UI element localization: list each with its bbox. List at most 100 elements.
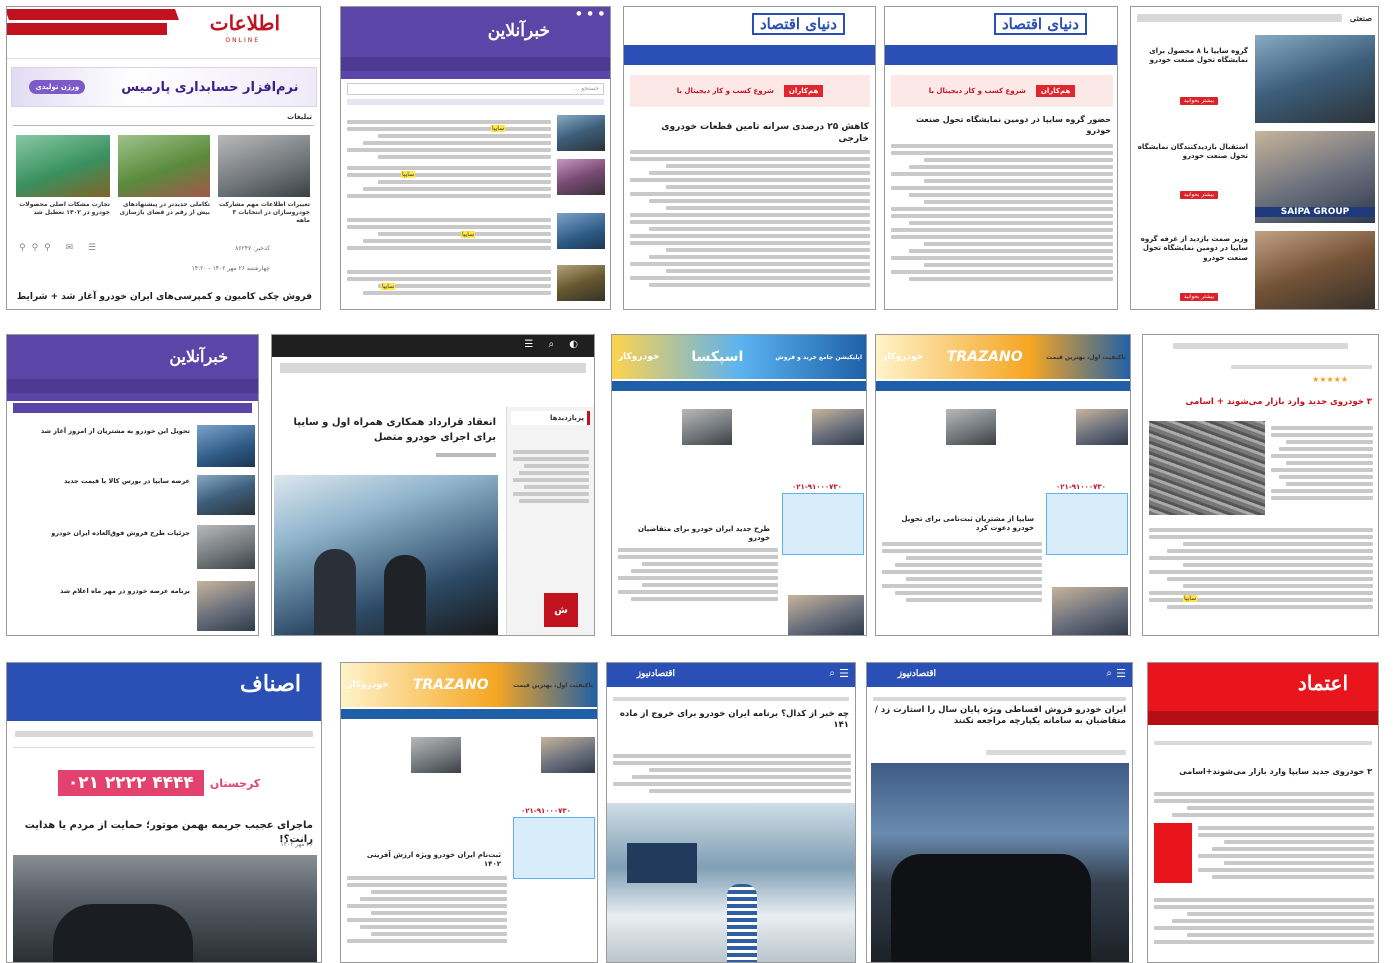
sidebar-list[interactable]	[513, 447, 589, 506]
card-caption-2[interactable]: تکاملی جدیدتر در پیشنهادهای بیش از رقم د…	[118, 201, 210, 217]
thumb-1[interactable]	[557, 115, 605, 151]
headline: حضور گروه سایپا در دومین نمایشگاه تحول ص…	[915, 115, 1111, 135]
article-photo[interactable]	[607, 803, 855, 962]
thumb-3[interactable]	[557, 213, 605, 249]
news-list-1[interactable]	[347, 117, 551, 162]
card-image-3[interactable]	[16, 135, 110, 197]
logo[interactable]: دنیای اقتصاد	[993, 13, 1087, 35]
item-1[interactable]: گروه سایپا با ۸ محصول برای نمایشگاه تحول…	[1134, 47, 1248, 66]
thumb-3[interactable]	[788, 595, 864, 635]
menu-icon[interactable]: ☰	[1116, 667, 1126, 680]
sidebar-tab[interactable]: پربازدیدها	[511, 411, 590, 425]
thumb-1[interactable]	[682, 409, 732, 445]
card-caption-3[interactable]: تجارت مشکات اصلی محصولات خودرو در ۱۴۰۲ ت…	[16, 201, 110, 217]
nav-bar[interactable]	[624, 45, 875, 65]
toolbar-icons[interactable]: ◐ ⌕ ☰	[524, 339, 584, 350]
thumb-2[interactable]	[812, 409, 864, 445]
phone-badge[interactable]: ۰۲۱-۹۱۰۰۰۷۳۰	[521, 807, 571, 815]
nav-bar[interactable]	[612, 381, 866, 391]
logo[interactable]: خبرآنلاین	[169, 347, 228, 366]
logo[interactable]: صنعتی	[1350, 13, 1372, 23]
news-list-4[interactable]	[347, 267, 551, 298]
thumb-1[interactable]	[411, 737, 461, 773]
photo-1[interactable]	[1255, 35, 1375, 123]
thumb-2[interactable]	[1076, 409, 1128, 445]
thumb-2[interactable]	[557, 159, 605, 195]
nav-bar[interactable]	[7, 379, 258, 393]
read-more-button-3[interactable]: بیشتر بخوانید	[1179, 293, 1218, 301]
site-logo[interactable]: خودروکار	[618, 352, 659, 362]
share-icons[interactable]: ⚲⚲⚲ ✉ ☰	[19, 243, 102, 253]
thumb-1[interactable]	[946, 409, 996, 445]
ad-banner[interactable]: اپلیکیشن جامع خرید و فروش اسپکسا خودروکا…	[612, 335, 866, 379]
item-1[interactable]: تحویل این خودرو به مشتریان از امروز آغاز…	[12, 427, 190, 436]
item-3[interactable]: وزیر صمت بازدید از غرفه گروه سایپا در دو…	[1134, 235, 1248, 263]
logo[interactable]: اصناف	[240, 671, 301, 697]
ad-banner[interactable]: هم‌کاران شروع کسب و کار دیجیتال با	[630, 75, 870, 107]
read-more-button-1[interactable]: بیشتر بخوانید	[1179, 97, 1218, 105]
thumb-2[interactable]	[197, 475, 255, 515]
article-body	[347, 873, 507, 946]
thumb-4[interactable]	[557, 265, 605, 301]
logo[interactable]: خبرآنلاین	[488, 21, 550, 41]
card-image-2[interactable]	[118, 135, 210, 197]
news-list-2[interactable]	[347, 163, 551, 201]
nav-bar[interactable]	[15, 731, 313, 737]
article-photo[interactable]	[274, 475, 498, 635]
article-photo[interactable]	[871, 763, 1129, 962]
site-logo[interactable]: خودروکار	[882, 352, 923, 362]
logo[interactable]: اقتصادنیوز	[637, 669, 675, 679]
card-caption-1[interactable]: تغییرات اطلاعات مهم مشارکت خودروسازان در…	[218, 201, 310, 224]
nav-bar[interactable]	[876, 381, 1130, 391]
sidebar-logo[interactable]: ش	[544, 593, 578, 627]
top-nav[interactable]	[1137, 14, 1342, 22]
ad-side[interactable]	[1046, 493, 1128, 555]
nav-bar[interactable]	[341, 57, 610, 71]
search-input[interactable]: جستجو ...	[347, 83, 604, 95]
thumb-4[interactable]	[197, 581, 255, 631]
item-2[interactable]: استقبال بازدیدکنندگان نمایشگاه تحول صنعت…	[1134, 143, 1248, 162]
ad-side[interactable]	[513, 817, 595, 879]
headline: ۳ خودروی جدید سایپا وارد بازار می‌شوند+ا…	[1179, 767, 1372, 776]
logo[interactable]: اطلاعات	[210, 11, 280, 35]
nav-bar[interactable]	[341, 709, 597, 719]
nav-bar[interactable]	[885, 45, 1117, 65]
nav-bar[interactable]	[280, 363, 586, 373]
item-2[interactable]: عرضه سایپا در بورس کالا با قیمت جدید	[12, 477, 190, 486]
search-icon[interactable]: ⌕	[829, 668, 835, 679]
search-icon[interactable]: ⌕	[1106, 668, 1112, 679]
article-photo[interactable]	[13, 855, 317, 962]
thumb-2[interactable]	[541, 737, 595, 773]
ad-text: ۰۲۱ ۲۲۲۲ ۴۴۴۴	[57, 770, 204, 796]
logo[interactable]: اعتماد	[1298, 671, 1348, 695]
card-image-1[interactable]	[218, 135, 310, 197]
breadcrumb[interactable]	[1154, 741, 1372, 745]
ad-banner[interactable]: باکیفیت اول، بهترین قیمت TRAZANO خودروکا…	[341, 663, 597, 707]
top-nav[interactable]	[1173, 343, 1348, 349]
read-more-button-2[interactable]: بیشتر بخوانید	[1179, 191, 1218, 199]
menu-icon[interactable]: ☰	[839, 667, 849, 680]
phone-badge[interactable]: ۰۲۱-۹۱۰۰۰۷۳۰	[792, 483, 842, 491]
ad-side[interactable]	[782, 493, 864, 555]
thumb-1[interactable]	[197, 425, 255, 467]
logo[interactable]: دنیای اقتصاد	[751, 13, 845, 35]
ad-banner[interactable]: هم‌کاران شروع کسب و کار دیجیتال با	[891, 75, 1113, 107]
ad-banner[interactable]: کرجستان ۰۲۱ ۲۲۲۲ ۴۴۴۴	[21, 763, 297, 803]
ad-banner[interactable]: نرم‌افزار حسابداری پارمیس ورژن تولیدی	[11, 67, 317, 107]
rating-stars[interactable]: ★★★★★	[1312, 375, 1348, 384]
sidebar: پربازدیدها ش	[506, 407, 594, 635]
phone-badge[interactable]: ۰۲۱-۹۱۰۰۰۷۳۰	[1056, 483, 1106, 491]
ad-text: شروع کسب و کار دیجیتال با	[676, 87, 774, 95]
logo[interactable]: اقتصادنیوز	[898, 669, 936, 679]
news-list-3[interactable]	[347, 215, 551, 253]
thumb-3[interactable]	[1052, 587, 1128, 635]
nav-bar[interactable]	[1148, 711, 1378, 725]
item-4[interactable]: برنامه عرضه خودرو در مهر ماه اعلام شد	[12, 587, 190, 596]
filter-bar[interactable]	[13, 403, 252, 413]
item-3[interactable]: جزئیات طرح فروش فوق‌العاده ایران خودرو	[12, 529, 190, 538]
ad-banner[interactable]: باکیفیت اول، بهترین قیمت TRAZANO خودروکا…	[876, 335, 1130, 379]
site-logo[interactable]: خودروکار	[347, 680, 388, 690]
thumb-3[interactable]	[197, 525, 255, 569]
article-photo[interactable]	[1149, 421, 1265, 515]
photo-3[interactable]	[1255, 231, 1375, 309]
